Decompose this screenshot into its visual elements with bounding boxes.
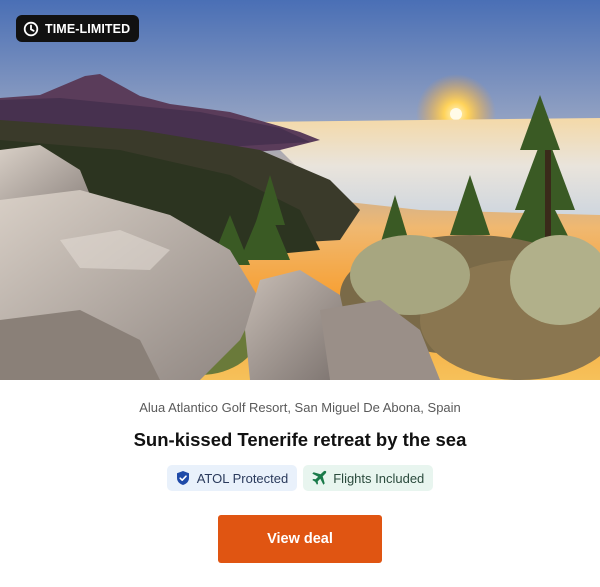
time-limited-badge: TIME-LIMITED [16,15,140,42]
deal-info: Alua Atlantico Golf Resort, San Miguel D… [0,380,600,587]
tag-label: ATOL Protected [196,470,289,486]
shield-icon [175,470,191,486]
view-deal-button[interactable]: View deal [218,515,382,563]
badge-label: TIME-LIMITED [45,21,131,36]
deal-card[interactable]: TIME-LIMITED Alua Atlantico Golf Resort,… [0,0,600,587]
atol-protected-tag: ATOL Protected [166,465,298,491]
flights-included-tag: Flights Included [303,465,434,491]
hero-image[interactable]: TIME-LIMITED [0,0,600,380]
hotel-location: Alua Atlantico Golf Resort, San Miguel D… [139,400,461,415]
feature-tags: ATOL Protected Flights Included [0,465,600,491]
clock-icon [23,21,39,37]
deal-title[interactable]: Sun-kissed Tenerife retreat by the sea [0,429,600,451]
tag-label: Flights Included [333,470,425,486]
airplane-icon [311,470,327,486]
